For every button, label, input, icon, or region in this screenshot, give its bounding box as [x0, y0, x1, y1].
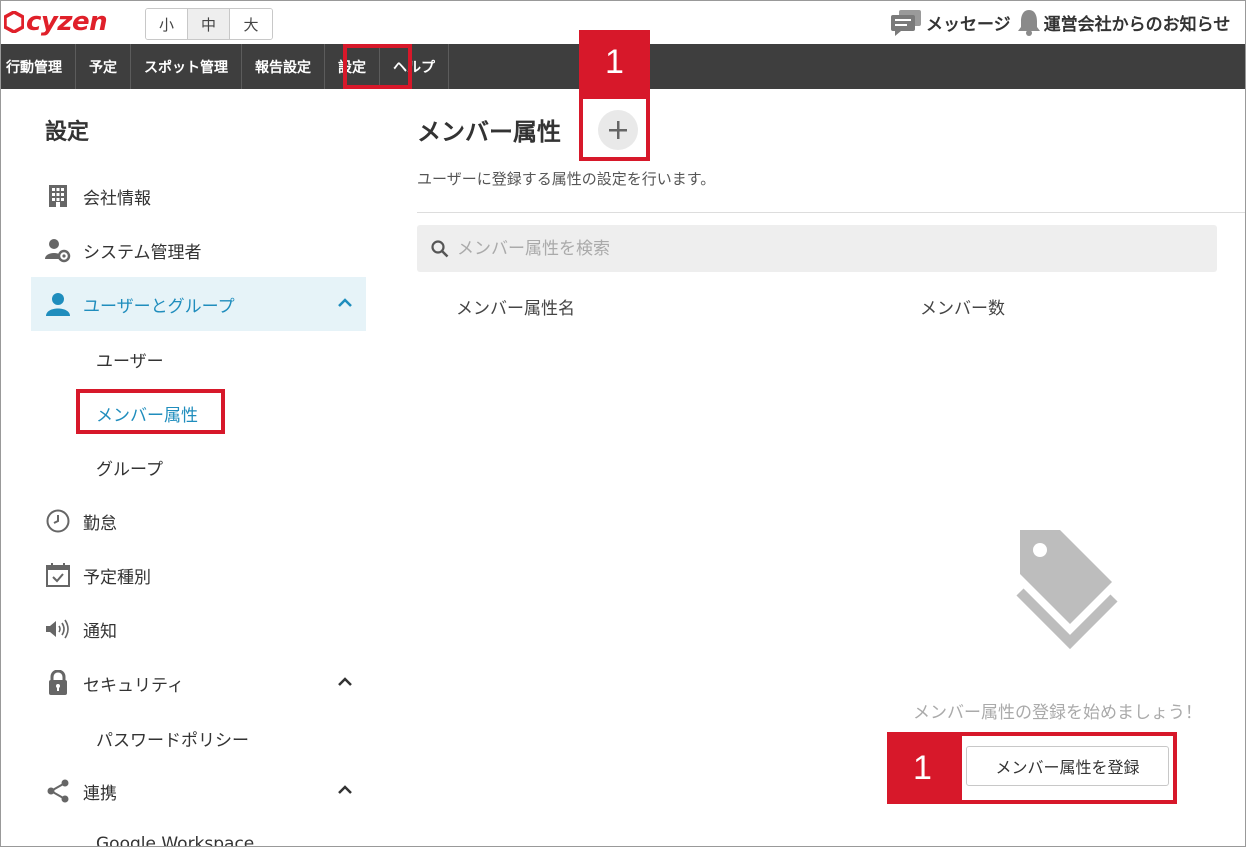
- sidebar-item-label: システム管理者: [83, 242, 202, 263]
- sidebar-item-security[interactable]: セキュリティ: [31, 656, 366, 710]
- sidebar-item-label: ユーザーとグループ: [83, 296, 235, 317]
- highlight-nav-settings: [343, 44, 412, 89]
- nav-item-report-settings[interactable]: 報告設定: [242, 44, 325, 89]
- search-input[interactable]: [457, 238, 1157, 259]
- sidebar-item-attendance[interactable]: 勤怠: [31, 494, 366, 548]
- sidebar-item-company[interactable]: 会社情報: [31, 169, 366, 223]
- bell-icon: [1017, 10, 1040, 36]
- sidebar-item-users-groups[interactable]: ユーザーとグループ: [31, 277, 366, 331]
- share-icon: [45, 778, 71, 804]
- font-size-switcher: 小 中 大: [145, 8, 273, 40]
- nav-item-schedule[interactable]: 予定: [76, 44, 131, 89]
- speaker-icon: [45, 616, 71, 642]
- font-size-large-button[interactable]: 大: [230, 9, 272, 39]
- highlight-register-button: [958, 732, 1177, 804]
- notices-label: 運営会社からのお知らせ: [1043, 14, 1231, 35]
- message-icon: [891, 10, 921, 36]
- cyzen-logo[interactable]: cyzen: [4, 6, 108, 38]
- column-header-member-count[interactable]: メンバー数: [920, 294, 1005, 319]
- sidebar-item-label: 勤怠: [83, 513, 117, 534]
- building-icon: [45, 183, 71, 209]
- sidebar-item-label: 予定種別: [83, 567, 151, 588]
- highlight-add-button: [579, 95, 650, 161]
- sidebar-title: 設定: [45, 120, 90, 145]
- page-description: ユーザーに登録する属性の設定を行います。: [417, 170, 716, 188]
- tag-icon: [1016, 530, 1118, 650]
- highlight-member-attributes: [76, 389, 225, 434]
- admin-user-gear-icon: [45, 237, 71, 263]
- empty-state-message: メンバー属性の登録を始めましょう！: [913, 703, 1202, 723]
- header-actions: メッセージ 運営会社からのお知らせ: [889, 8, 1236, 36]
- sidebar-item-label: 通知: [83, 621, 117, 642]
- messages-link[interactable]: メッセージ: [889, 8, 1011, 36]
- user-icon: [45, 291, 71, 317]
- logo-text: cyzen: [26, 7, 108, 37]
- sidebar-item-label: 会社情報: [83, 188, 151, 209]
- sidebar-subitem-google-workspace[interactable]: Google Workspace: [96, 834, 254, 847]
- chevron-up-icon[interactable]: [336, 781, 354, 799]
- font-size-medium-button[interactable]: 中: [188, 9, 230, 39]
- search-bar: [417, 225, 1217, 272]
- messages-label: メッセージ: [926, 14, 1011, 35]
- clock-icon: [45, 508, 71, 534]
- font-size-small-button[interactable]: 小: [146, 9, 188, 39]
- chevron-up-icon[interactable]: [336, 673, 354, 691]
- sidebar-item-label: セキュリティ: [83, 675, 184, 696]
- nav-item-activity[interactable]: 行動管理: [0, 44, 76, 89]
- sidebar-item-integration[interactable]: 連携: [31, 764, 366, 818]
- logo-hexagon-icon: [4, 11, 24, 33]
- sidebar-item-schedule-types[interactable]: 予定種別: [31, 548, 366, 602]
- sidebar-item-label: 連携: [83, 783, 117, 804]
- search-icon: [431, 239, 449, 257]
- calendar-check-icon: [45, 562, 71, 588]
- sidebar-subitem-password-policy[interactable]: パスワードポリシー: [96, 726, 249, 751]
- sidebar-item-notifications[interactable]: 通知: [31, 602, 366, 656]
- step-badge: 1: [579, 30, 650, 95]
- sidebar-subitem-users[interactable]: ユーザー: [96, 347, 164, 372]
- lock-icon: [45, 670, 71, 696]
- column-header-attribute-name[interactable]: メンバー属性名: [456, 294, 575, 319]
- divider: [417, 212, 1246, 213]
- page-title: メンバー属性: [417, 118, 561, 146]
- step-badge: 1: [887, 732, 958, 804]
- nav-item-spot[interactable]: スポット管理: [131, 44, 242, 89]
- sidebar-item-system-admin[interactable]: システム管理者: [31, 223, 366, 277]
- notices-link[interactable]: 運営会社からのお知らせ: [1017, 8, 1231, 36]
- chevron-up-icon[interactable]: [336, 294, 354, 312]
- sidebar-subitem-groups[interactable]: グループ: [96, 455, 163, 480]
